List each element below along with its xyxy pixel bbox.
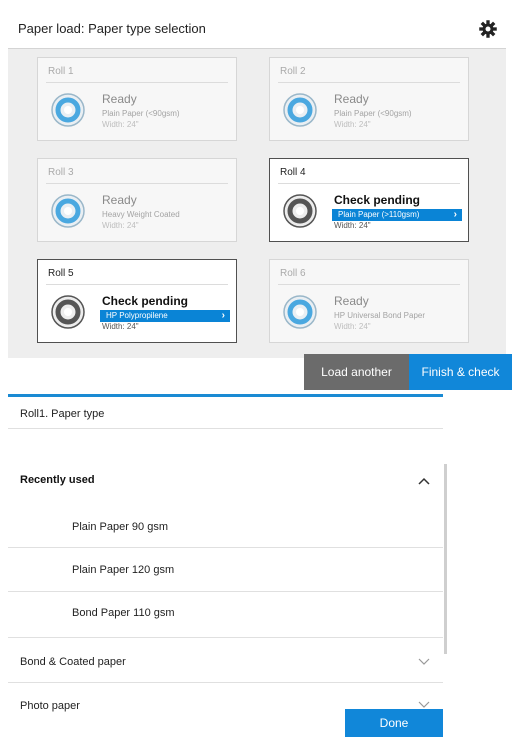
roll-icon	[51, 93, 85, 127]
roll-title: Roll 1	[48, 66, 74, 77]
divider	[8, 637, 443, 638]
roll-status: Check pending	[334, 193, 421, 207]
gear-icon[interactable]	[478, 19, 498, 39]
roll-title: Roll 4	[280, 167, 306, 178]
chevron-up-icon	[418, 477, 430, 485]
paper-type-label: Plain Paper (>110gsm)	[338, 210, 420, 219]
divider	[46, 183, 228, 184]
roll-icon	[51, 295, 85, 329]
roll-icon	[283, 93, 317, 127]
finish-check-button[interactable]: Finish & check	[409, 354, 512, 390]
list-item[interactable]: Plain Paper 120 gsm	[72, 564, 174, 576]
paper-type-panel: Roll1. Paper type Recently used Plain Pa…	[8, 394, 447, 737]
roll-status: Ready	[334, 92, 369, 106]
chevron-right-icon: ›	[221, 310, 225, 321]
group-photo-paper[interactable]: Photo paper	[20, 700, 80, 712]
roll-icon	[283, 194, 317, 228]
divider	[8, 591, 443, 592]
roll-width: Width: 24"	[334, 221, 371, 230]
group-bond-coated[interactable]: Bond & Coated paper	[20, 656, 126, 668]
roll-title: Roll 6	[280, 268, 306, 279]
roll-status: Ready	[102, 193, 137, 207]
roll-title: Roll 5	[48, 268, 74, 279]
list-item[interactable]: Plain Paper 90 gsm	[72, 521, 168, 533]
divider	[8, 682, 443, 683]
roll-width: Width: 24"	[102, 322, 139, 331]
roll-card-3[interactable]: Roll 3 Ready Heavy Weight Coated Width: …	[37, 158, 237, 242]
divider	[278, 284, 460, 285]
paper-type-label: HP Polypropilene	[106, 311, 168, 320]
roll-status: Check pending	[102, 294, 189, 308]
roll-card-6[interactable]: Roll 6 Ready HP Universal Bond Paper Wid…	[269, 259, 469, 343]
roll-paper: HP Universal Bond Paper	[334, 311, 426, 320]
roll-icon	[51, 194, 85, 228]
paper-type-selector[interactable]: Plain Paper (>110gsm) ›	[332, 209, 462, 221]
divider	[46, 82, 228, 83]
roll-paper: Heavy Weight Coated	[102, 210, 180, 219]
group-label: Recently used	[20, 474, 95, 486]
accent-bar	[8, 394, 443, 397]
panel-header: Paper load: Paper type selection	[8, 10, 506, 49]
divider	[46, 284, 228, 285]
done-button[interactable]: Done	[345, 709, 443, 737]
roll-paper: Plain Paper (<90gsm)	[334, 109, 412, 118]
chevron-down-icon	[418, 658, 430, 665]
chevron-right-icon: ›	[453, 209, 457, 220]
roll-width: Width: 24"	[102, 120, 139, 129]
scrollbar[interactable]	[444, 464, 447, 654]
roll-card-2[interactable]: Roll 2 Ready Plain Paper (<90gsm) Width:…	[269, 57, 469, 141]
roll-width: Width: 24"	[334, 322, 371, 331]
roll-title: Roll 2	[280, 66, 306, 77]
chevron-down-icon	[418, 701, 430, 708]
roll-status: Ready	[334, 294, 369, 308]
roll-title: Roll 3	[48, 167, 74, 178]
divider	[8, 547, 443, 548]
roll-card-5[interactable]: Roll 5 Check pending HP Polypropilene › …	[37, 259, 237, 343]
roll-card-4[interactable]: Roll 4 Check pending Plain Paper (>110gs…	[269, 158, 469, 242]
roll-status: Ready	[102, 92, 137, 106]
panel-title: Roll1. Paper type	[20, 408, 105, 420]
paper-type-selector[interactable]: HP Polypropilene ›	[100, 310, 230, 322]
divider	[278, 82, 460, 83]
divider	[8, 428, 443, 429]
load-another-button[interactable]: Load another	[304, 354, 409, 390]
divider	[278, 183, 460, 184]
paper-selection-panel: Paper load: Paper type selection Roll 1	[8, 10, 506, 358]
list-item[interactable]: Bond Paper 110 gsm	[72, 607, 175, 619]
roll-width: Width: 24"	[102, 221, 139, 230]
roll-paper: Plain Paper (<90gsm)	[102, 109, 180, 118]
page-title: Paper load: Paper type selection	[18, 21, 206, 36]
roll-width: Width: 24"	[334, 120, 371, 129]
roll-card-1[interactable]: Roll 1 Ready Plain Paper (<90gsm) Width:…	[37, 57, 237, 141]
roll-icon	[283, 295, 317, 329]
